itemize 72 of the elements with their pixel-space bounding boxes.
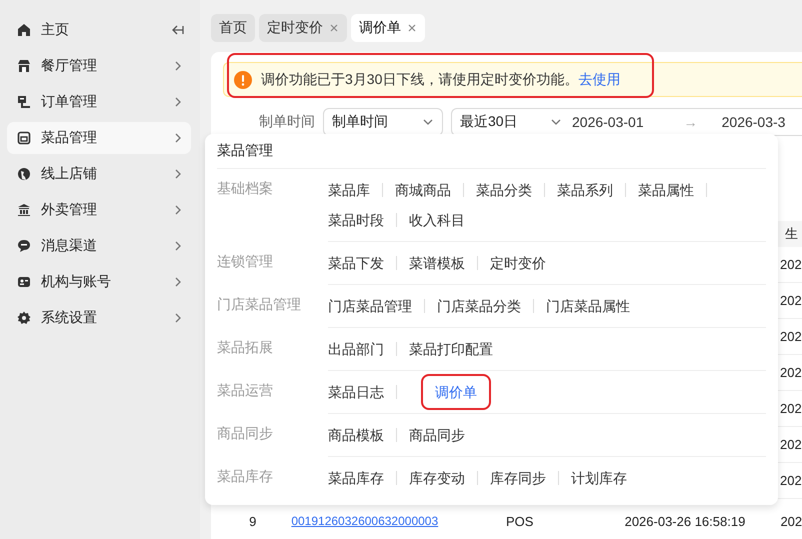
warning-icon <box>234 70 252 88</box>
sidebar-item[interactable]: 主页 <box>7 14 191 46</box>
sidebar-item[interactable]: 机构与账号 <box>7 266 191 298</box>
table-cell: 202 <box>780 365 802 380</box>
menu-item[interactable]: 菜品分类 <box>476 178 532 202</box>
menu-item[interactable]: 调价单 <box>435 380 477 404</box>
receipt-icon <box>17 95 31 109</box>
table-cell: 202 <box>780 473 802 488</box>
menu-item[interactable]: 菜谱模板 <box>409 251 465 275</box>
menu-item[interactable]: 菜品时段 <box>328 208 384 232</box>
group-label: 连锁管理 <box>217 252 274 271</box>
order-link[interactable]: 0019126032600632000003 <box>291 514 506 528</box>
store-icon <box>17 59 31 73</box>
menu-item[interactable]: 菜品下发 <box>328 251 384 275</box>
table-cell-text: 2026-03-26 16:58:19 <box>624 514 746 528</box>
sidebar-item[interactable]: 线上店铺 <box>7 158 191 190</box>
close-icon[interactable] <box>407 23 417 33</box>
group-label: 基础档案 <box>217 179 274 198</box>
menu-item[interactable]: 菜品系列 <box>557 178 613 202</box>
table-cell: 202 <box>780 293 802 308</box>
menu-item[interactable]: 计划库存 <box>571 466 627 490</box>
menu-item[interactable]: 门店菜品分类 <box>437 294 521 318</box>
sidebar-item[interactable]: 消息渠道 <box>7 230 191 262</box>
gear-icon <box>17 311 31 325</box>
menu-item[interactable]: 库存同步 <box>490 466 546 490</box>
menu-item[interactable]: 出品部门 <box>328 337 384 361</box>
group-label: 商品同步 <box>217 424 274 443</box>
column-header: 生 <box>785 225 799 243</box>
table-cell: 202 <box>780 401 802 416</box>
table-cell-text: POS <box>506 514 534 528</box>
globe-icon <box>17 167 31 181</box>
sidebar-item[interactable]: 餐厅管理 <box>7 50 191 82</box>
home-icon <box>17 23 31 37</box>
warning-message: 调价功能已于3月30日下线，请使用定时变价功能。 <box>261 70 578 88</box>
menu-item[interactable]: 商城商品 <box>395 178 451 202</box>
menu-item[interactable]: 菜品库存 <box>328 466 384 490</box>
tab[interactable]: 定时变价 <box>259 14 347 42</box>
menu-item[interactable]: 商品同步 <box>409 423 465 447</box>
table-cell: 202 <box>780 437 802 452</box>
menu-item[interactable]: 收入科目 <box>409 208 465 232</box>
menu-item[interactable]: 菜品属性 <box>638 178 694 202</box>
menu-item[interactable]: 菜品库 <box>328 178 370 202</box>
chat-icon <box>17 239 31 253</box>
table-cell: 202 <box>780 514 802 528</box>
group-label: 门店菜品管理 <box>217 295 302 314</box>
group-label: 菜品拓展 <box>217 338 274 357</box>
use-link[interactable]: 去使用 <box>578 70 620 88</box>
bank-icon <box>17 203 31 217</box>
menu-item[interactable]: 门店菜品管理 <box>328 294 412 318</box>
menu-item[interactable]: 商品模板 <box>328 423 384 447</box>
menu-item[interactable]: 菜品日志 <box>328 380 384 404</box>
collapse-icon[interactable] <box>171 23 185 37</box>
menu-item[interactable]: 库存变动 <box>409 466 465 490</box>
dish-icon <box>17 131 31 145</box>
group-label: 菜品库存 <box>217 467 274 486</box>
table-cell: 202 <box>780 257 802 272</box>
close-icon[interactable] <box>329 23 339 33</box>
tab[interactable]: 调价单 <box>351 14 425 42</box>
menu-item[interactable]: 菜品打印配置 <box>409 337 493 361</box>
menu-item[interactable]: 定时变价 <box>490 251 546 275</box>
tab[interactable]: 首页 <box>211 14 255 42</box>
sidebar-item[interactable]: 外卖管理 <box>7 194 191 226</box>
group-label: 菜品运营 <box>217 381 274 400</box>
menu-title: 菜品管理 <box>217 134 766 169</box>
sidebar-item[interactable]: 系统设置 <box>7 302 191 334</box>
sidebar-item[interactable]: 菜品管理 <box>7 122 191 154</box>
filter-label: 制单时间 <box>259 113 315 131</box>
table-cell-text: 9 <box>248 514 256 528</box>
table-cell: 202 <box>780 329 802 344</box>
menu-item[interactable]: 门店菜品属性 <box>546 294 630 318</box>
sidebar-item[interactable]: 订单管理 <box>7 86 191 118</box>
contact-card-icon <box>17 275 31 289</box>
